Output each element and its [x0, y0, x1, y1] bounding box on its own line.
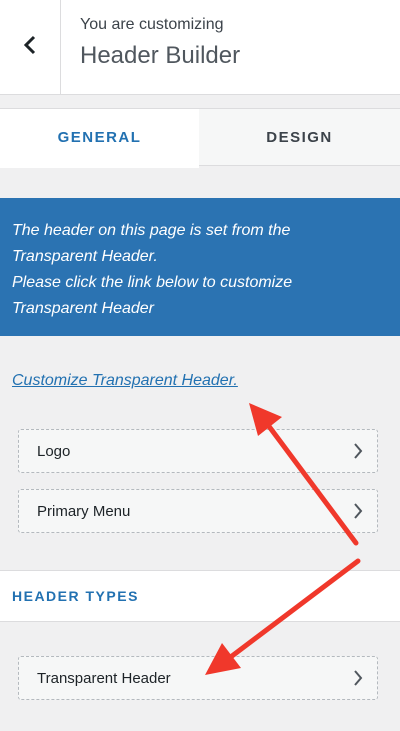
notice-line: Please click the link below to customize — [12, 274, 293, 291]
header-subtitle: You are customizing — [80, 16, 224, 33]
tab-design[interactable]: DESIGN — [200, 109, 399, 165]
header-text: You are customizing Header Builder — [80, 16, 240, 70]
notice-box: The header on this page is set from the … — [0, 198, 400, 336]
primary-menu-item[interactable]: Primary Menu — [18, 489, 378, 533]
chevron-right-icon — [353, 443, 363, 459]
item-label: Transparent Header — [37, 669, 171, 687]
header-types-section: HEADER TYPES — [0, 570, 400, 622]
back-button[interactable] — [0, 0, 61, 94]
logo-item[interactable]: Logo — [18, 429, 378, 473]
chevron-right-icon — [353, 670, 363, 686]
notice-line: Transparent Header. — [12, 248, 158, 265]
chevron-left-icon — [23, 35, 37, 60]
notice-line: The header on this page is set from the — [12, 222, 291, 239]
section-title: HEADER TYPES — [12, 588, 139, 604]
item-label: Primary Menu — [37, 502, 131, 520]
chevron-right-icon — [353, 503, 363, 519]
customizer-header: You are customizing Header Builder — [0, 0, 400, 95]
notice-line: Transparent Header — [12, 300, 154, 317]
customize-transparent-header-link[interactable]: Customize Transparent Header. — [12, 372, 238, 390]
tabs: GENERAL DESIGN — [0, 108, 400, 168]
item-label: Logo — [37, 442, 71, 460]
header-title: Header Builder — [80, 42, 241, 69]
tab-general[interactable]: GENERAL — [0, 109, 199, 168]
transparent-header-item[interactable]: Transparent Header — [18, 656, 378, 700]
notice-text: The header on this page is set from the … — [12, 218, 388, 322]
